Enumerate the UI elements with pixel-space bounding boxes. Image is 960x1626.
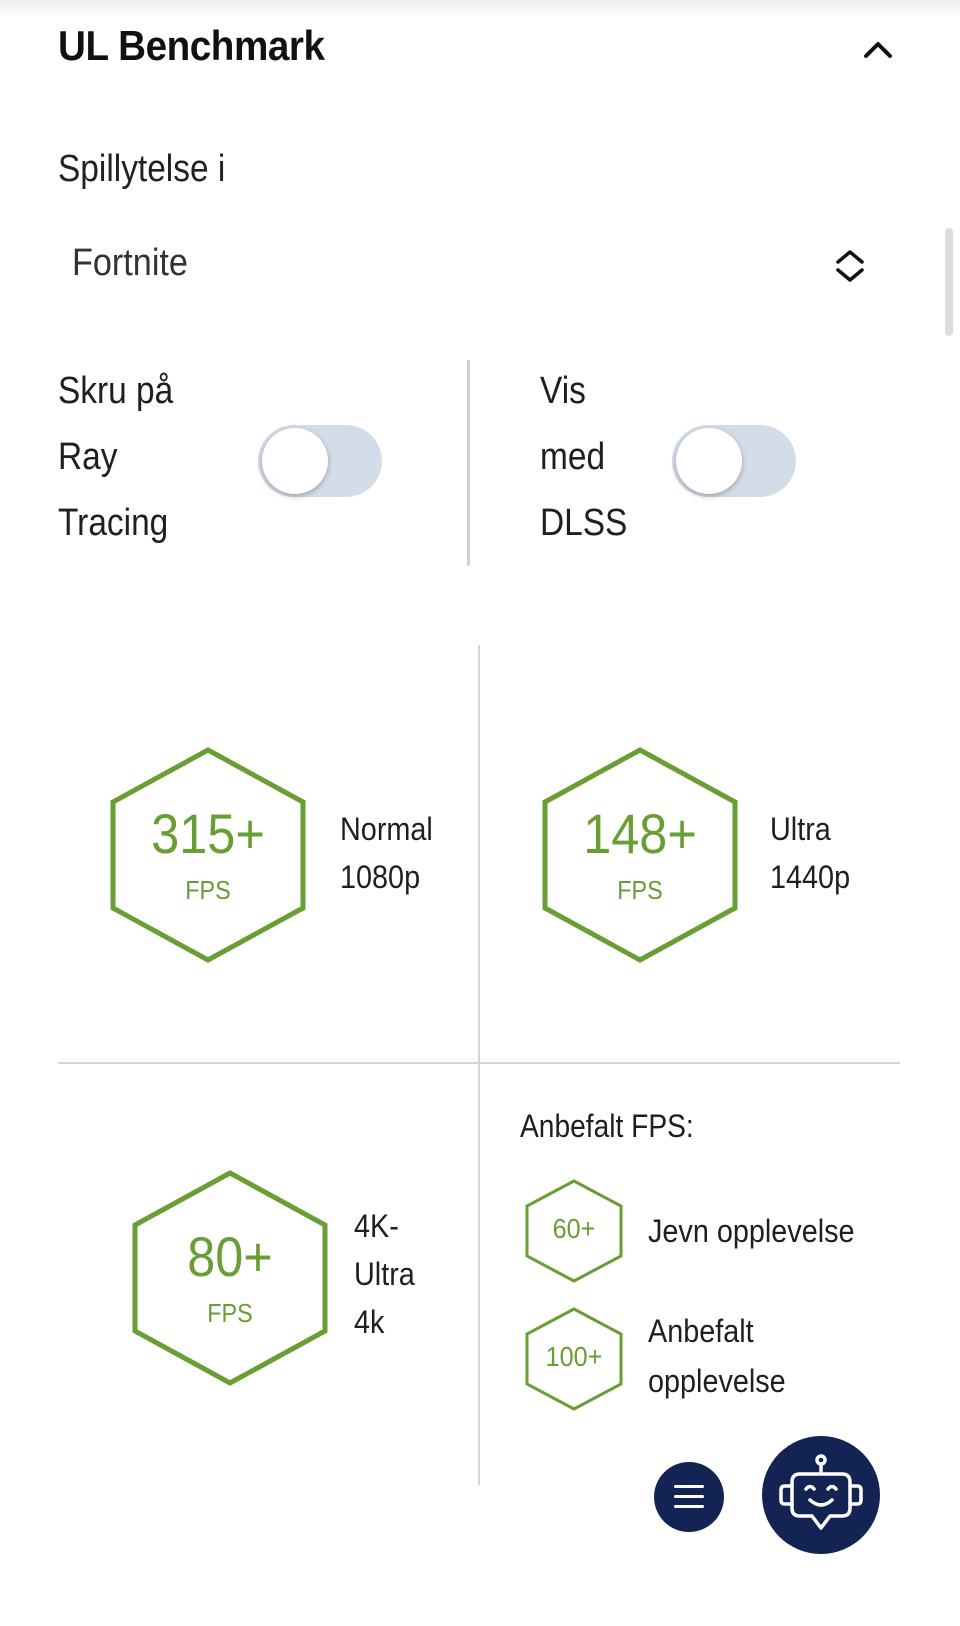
ray-tracing-label-line: Ray xyxy=(58,436,118,478)
recommended-desc-line: Jevn opplevelse xyxy=(648,1213,855,1249)
up-down-chevron-icon xyxy=(836,250,864,282)
fps-result-1440p: 148+ FPS xyxy=(540,745,740,965)
recommended-item-recommended: 100+ xyxy=(524,1306,624,1412)
section-label: Spillytelse i xyxy=(58,148,226,190)
grid-divider-horizontal xyxy=(58,1062,900,1064)
grid-divider-vertical xyxy=(478,645,480,1485)
recommended-value: 100+ xyxy=(545,1341,603,1372)
recommended-desc-line: Anbefalt xyxy=(648,1313,754,1349)
page-title: UL Benchmark xyxy=(58,22,325,69)
dlss-label-line: DLSS xyxy=(540,502,628,544)
toggle-knob xyxy=(676,428,742,494)
top-shadow xyxy=(0,0,960,18)
game-select[interactable]: Fortnite xyxy=(58,222,878,312)
fps-result-4k: 80+ FPS xyxy=(130,1168,330,1388)
dlss-toggle[interactable] xyxy=(672,425,796,497)
robot-chat-icon xyxy=(779,1454,863,1530)
ray-tracing-label-line: Skru på xyxy=(58,370,174,412)
toggle-divider xyxy=(467,360,470,566)
game-select-value: Fortnite xyxy=(72,242,188,284)
resolution-label-line: 4K- xyxy=(354,1208,399,1244)
fps-value: 315+ xyxy=(151,802,265,865)
fps-value: 80+ xyxy=(187,1225,273,1288)
resolution-label: Ultra 1440p xyxy=(770,805,850,901)
menu-button[interactable] xyxy=(654,1462,724,1532)
assistant-chat-button[interactable] xyxy=(762,1436,880,1554)
recommended-fps-title: Anbefalt FPS: xyxy=(520,1108,694,1144)
chevron-up-icon xyxy=(864,42,892,58)
ray-tracing-toggle[interactable] xyxy=(258,425,382,497)
recommended-desc-line: opplevelse xyxy=(648,1363,786,1399)
resolution-label-line: Ultra xyxy=(770,811,831,847)
recommended-desc: Anbefalt opplevelse xyxy=(648,1306,786,1406)
resolution-label-line: 4k xyxy=(354,1304,385,1340)
collapse-button[interactable] xyxy=(858,30,898,70)
fps-unit: FPS xyxy=(207,1298,253,1328)
dlss-label-line: med xyxy=(540,436,606,478)
recommended-value: 60+ xyxy=(552,1213,596,1244)
fps-unit: FPS xyxy=(185,875,231,905)
fps-value: 148+ xyxy=(583,802,697,865)
fps-unit: FPS xyxy=(617,875,663,905)
resolution-label-line: 1440p xyxy=(770,859,851,895)
dlss-label-line: Vis xyxy=(540,370,586,412)
recommended-desc: Jevn opplevelse xyxy=(648,1206,855,1256)
resolution-label-line: 1080p xyxy=(340,859,421,895)
ray-tracing-label-line: Tracing xyxy=(58,502,169,544)
scrollbar[interactable] xyxy=(945,228,953,336)
resolution-label: 4K- Ultra 4k xyxy=(354,1202,415,1346)
resolution-label-line: Normal xyxy=(340,811,433,847)
fps-result-1080p: 315+ FPS xyxy=(108,745,308,965)
ray-tracing-label: Skru på Ray Tracing xyxy=(58,358,173,556)
toggle-knob xyxy=(262,428,328,494)
resolution-label: Normal 1080p xyxy=(340,805,433,901)
dlss-label: Vis med DLSS xyxy=(540,358,627,556)
resolution-label-line: Ultra xyxy=(354,1256,415,1292)
recommended-item-smooth: 60+ xyxy=(524,1178,624,1284)
